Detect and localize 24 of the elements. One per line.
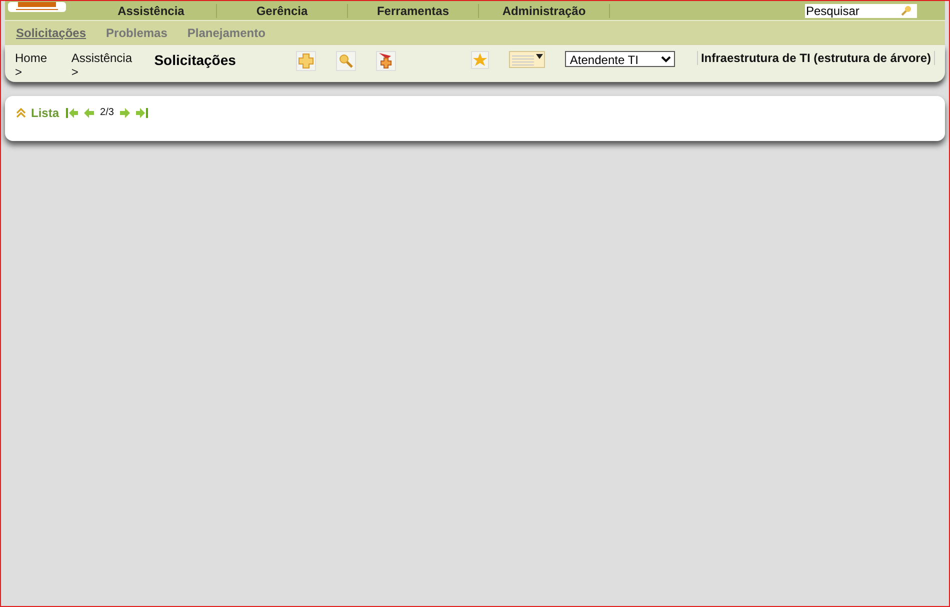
role-select[interactable]: Atendente TI [564,51,675,67]
menu-item[interactable]: Ferramentas [348,4,479,18]
submenu-item[interactable]: Solicitações [16,26,86,40]
search-icon[interactable] [901,5,912,16]
collapse-icon[interactable] [16,108,26,118]
search-icon[interactable] [336,51,356,71]
menu-item[interactable]: Assistência [86,4,217,18]
columns-icon[interactable] [508,51,545,68]
next-page-icon[interactable] [118,106,130,118]
add-icon[interactable] [296,51,316,71]
tree-link[interactable]: Infraestrutura de TI (estrutura de árvore) [696,51,935,65]
flag-add-icon[interactable] [376,51,396,71]
menu-item[interactable]: Administração [479,4,610,18]
first-page-icon[interactable] [66,106,80,118]
page-title: Solicitações [154,52,236,68]
logo-drawing[interactable] [8,1,66,11]
last-page-icon[interactable] [134,106,148,118]
search-field[interactable]: Pesquisar [805,4,917,18]
breadcrumb-link[interactable]: Assistência > [71,51,132,79]
breadcrumb-link[interactable]: Home > [15,51,52,79]
page-indicator: 2/3 [100,107,114,118]
previous-page-icon[interactable] [84,106,96,118]
star-icon[interactable] [470,51,489,69]
menu-item[interactable]: Gerência [217,4,348,18]
